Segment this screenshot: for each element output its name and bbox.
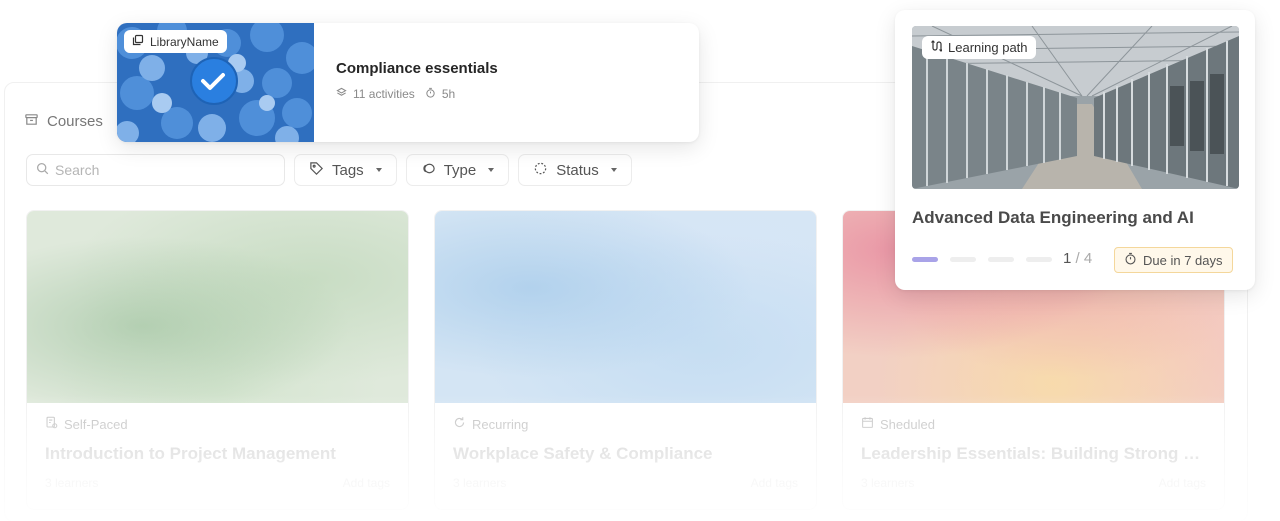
- search-icon: [36, 162, 49, 178]
- chevron-down-icon: [610, 168, 617, 172]
- learning-path-card[interactable]: Learning path Advanced Data Engineering …: [895, 10, 1255, 290]
- course-type: Self-Paced: [64, 416, 128, 432]
- course-title: Leadership Essentials: Building Strong T…: [861, 444, 1206, 463]
- route-icon: [930, 40, 943, 55]
- type-icon: [421, 161, 436, 180]
- status-filter-button[interactable]: Status: [518, 154, 632, 186]
- course-title: Workplace Safety & Compliance: [453, 444, 713, 463]
- progress-count: 1 / 4: [1063, 250, 1092, 267]
- courses-title: Courses: [47, 113, 103, 130]
- type-filter-label: Type: [443, 161, 477, 179]
- tags-filter-label: Tags: [332, 161, 364, 179]
- chevron-down-icon: [375, 168, 382, 172]
- layers-icon: [336, 87, 347, 101]
- course-type: Recurring: [472, 416, 529, 432]
- progress-total: / 4: [1075, 250, 1093, 267]
- library-badge: LibraryName: [124, 30, 227, 53]
- course-type: Sheduled: [880, 416, 935, 432]
- progress-segment-complete: [912, 257, 938, 262]
- course-learners: 3 learners: [453, 476, 507, 490]
- progress-current: 1: [1063, 250, 1072, 267]
- course-card[interactable]: Recurring Workplace Safety & Compliance …: [434, 210, 817, 510]
- tag-icon: [309, 161, 324, 180]
- self-paced-icon: [45, 416, 58, 432]
- filter-bar: Search Tags Type Status: [26, 154, 632, 186]
- chevron-down-icon: [488, 168, 495, 172]
- status-filter-label: Status: [556, 161, 599, 179]
- recurring-icon: [453, 416, 466, 432]
- search-placeholder: Search: [55, 162, 100, 178]
- course-tags: Add tags: [1158, 476, 1206, 490]
- archive-icon: [24, 112, 39, 131]
- course-learners: 3 learners: [861, 476, 915, 490]
- type-filter-button[interactable]: Type: [405, 154, 510, 186]
- progress-segment-pending: [988, 257, 1014, 262]
- course-cover-image: [435, 211, 816, 403]
- due-label: Due in 7 days: [1143, 252, 1223, 268]
- course-title: Introduction to Project Management: [45, 444, 336, 463]
- learning-path-title: Advanced Data Engineering and AI: [912, 208, 1194, 227]
- library-title: Compliance essentials: [336, 60, 498, 77]
- course-cover-image: [27, 211, 408, 403]
- learning-path-badge: Learning path: [922, 36, 1036, 59]
- library-badge-label: LibraryName: [150, 34, 219, 49]
- library-icon: [132, 34, 144, 49]
- course-card[interactable]: Self-Paced Introduction to Project Manag…: [26, 210, 409, 510]
- course-tags: Add tags: [750, 476, 798, 490]
- courses-header: Courses: [24, 112, 103, 131]
- due-badge: Due in 7 days: [1114, 247, 1233, 273]
- calendar-icon: [861, 416, 874, 432]
- timer-icon: [425, 87, 436, 101]
- learning-path-badge-label: Learning path: [948, 40, 1028, 55]
- search-input[interactable]: Search: [26, 154, 285, 186]
- library-activities: 11 activities: [353, 87, 415, 101]
- progress-segment-pending: [1026, 257, 1052, 262]
- status-icon: [533, 161, 548, 180]
- progress-bar: [912, 257, 1052, 262]
- course-learners: 3 learners: [45, 476, 99, 490]
- stopwatch-icon: [1124, 252, 1137, 268]
- library-card[interactable]: LibraryName Compliance essentials 11 act…: [117, 23, 699, 142]
- library-duration: 5h: [441, 87, 456, 101]
- progress-segment-pending: [950, 257, 976, 262]
- tags-filter-button[interactable]: Tags: [294, 154, 397, 186]
- course-tags: Add tags: [342, 476, 390, 490]
- library-cover-image: LibraryName: [117, 23, 314, 142]
